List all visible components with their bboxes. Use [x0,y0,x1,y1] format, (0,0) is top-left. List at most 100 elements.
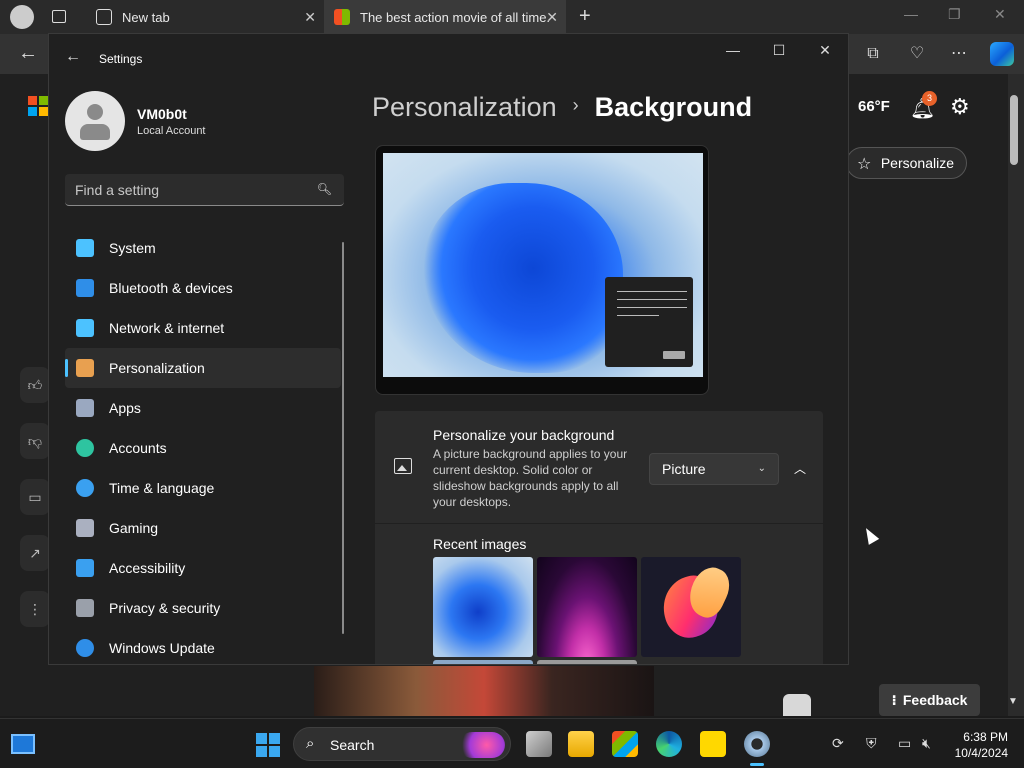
file-explorer-icon[interactable] [568,731,594,757]
background-type-select[interactable]: Picture ⌄ [649,453,779,485]
minimize-window-icon[interactable]: — [723,42,743,58]
close-tab-icon[interactable]: ✕ [304,9,316,26]
bluetooth-icon [76,279,94,297]
nav-scrollbar[interactable] [342,242,344,634]
settings-window: ← Settings — ☐ ✕ VM0b0t Local Account 🔍︎… [48,33,849,665]
gamepad-icon [76,519,94,537]
sidebar-item-personalization[interactable]: Personalization [65,348,341,388]
wifi-icon [76,319,94,337]
like-icon[interactable]: 👍︎ [20,367,50,403]
sidebar-item-label: Time & language [109,480,215,496]
recent-image-next-row[interactable] [537,660,637,664]
sparkle-icon: ☆ [857,156,872,173]
tab-label: The best action movie of all time. [360,9,551,25]
close-tab-icon[interactable]: ✕ [546,9,558,26]
recent-images-section: Recent images [375,524,823,664]
sticky-notes-icon[interactable] [700,731,726,757]
sidebar-item-network-internet[interactable]: Network & internet [65,308,341,348]
personalize-button[interactable]: ☆ Personalize [846,147,967,179]
recent-image-bloom[interactable] [433,557,533,657]
system-icon [76,239,94,257]
edge-icon[interactable] [656,731,682,757]
security-tray-icon[interactable]: ⛨ [866,735,877,752]
sidebar-item-privacy-security[interactable]: Privacy & security [65,588,341,628]
sidebar-item-gaming[interactable]: Gaming [65,508,341,548]
wallpaper-preview [383,153,703,377]
sidebar-item-accessibility[interactable]: Accessibility [65,548,341,588]
tab-movie[interactable]: The best action movie of all time. ✕ [324,0,566,34]
sidebar-item-label: Personalization [109,360,205,376]
network-tray-icon[interactable]: ▭ [898,735,911,752]
sidebar-item-label: Windows Update [109,640,215,656]
taskbar-clock[interactable]: 6:38 PM 10/4/2024 [946,729,1008,761]
microsoft-favicon-icon [334,9,350,25]
shield-icon [76,599,94,617]
sidebar-item-system[interactable]: System [65,228,341,268]
search-icon[interactable]: 🔍︎ [317,182,332,196]
sidebar-item-apps[interactable]: Apps [65,388,341,428]
settings-app-icon[interactable] [744,731,770,757]
sidebar-item-time-language[interactable]: Time & language [65,468,341,508]
more-vertical-icon[interactable]: ⋮ [20,591,50,627]
active-app-indicator [750,763,764,766]
collapse-chevron-up-icon[interactable]: ︿ [789,453,811,485]
preview-line [617,307,687,308]
search-input[interactable] [65,174,305,205]
volume-tray-icon[interactable]: 🔇︎ [922,735,931,752]
sidebar-item-label: Gaming [109,520,159,536]
tab-actions-icon[interactable] [52,10,66,23]
recent-image-next-row[interactable] [433,660,533,664]
sidebar-item-label: Accessibility [109,560,186,576]
account-avatar[interactable] [65,91,125,151]
task-view-icon[interactable] [526,731,552,757]
sync-icon [76,639,94,657]
avatar-head [87,104,103,120]
recent-image-flower[interactable] [641,557,741,657]
minimize-browser-icon[interactable]: — [904,6,918,22]
recent-image-glow[interactable] [537,557,637,657]
microsoft-store-icon[interactable] [612,731,638,757]
start-button-icon[interactable] [256,733,280,757]
browser-essentials-icon[interactable]: ♡ [906,43,928,65]
page-scroll-thumb[interactable] [1010,95,1018,165]
comment-icon[interactable]: ▭ [20,479,50,515]
new-tab-plus-icon[interactable]: + [579,5,591,28]
sidebar-item-bluetooth-devices[interactable]: Bluetooth & devices [65,268,341,308]
dislike-icon[interactable]: 👎︎ [20,423,50,459]
close-window-icon[interactable]: ✕ [815,42,835,59]
sidebar-item-windows-update[interactable]: Windows Update [65,628,341,664]
notification-badge: 3 [922,91,937,106]
taskbar-search[interactable]: ⌕ Search [293,727,511,761]
breadcrumb-parent[interactable]: Personalization [372,92,557,122]
collections-icon[interactable]: ⧉ [862,43,884,65]
microsoft-logo-icon[interactable] [28,96,48,116]
copilot-icon[interactable] [990,42,1014,66]
maximize-window-icon[interactable]: ☐ [769,42,789,59]
page-scrollbar[interactable] [1008,74,1024,716]
page-title: Background [594,92,753,122]
sync-tray-icon[interactable]: ⟳ [832,735,844,752]
page-settings-gear-icon[interactable]: ⚙ [950,94,970,120]
tab-new-tab[interactable]: New tab ✕ [84,0,324,34]
restore-browser-icon[interactable]: ❐ [948,6,961,23]
sidebar-item-label: Network & internet [109,320,225,336]
profile-avatar-icon[interactable] [10,5,34,29]
person-icon [76,439,94,457]
search-highlight-art [459,732,505,758]
search-icon: ⌕ [306,735,315,752]
settings-back-icon[interactable]: ← [65,48,81,66]
find-setting-search[interactable]: 🔍︎ [65,174,344,206]
preview-window [605,277,693,367]
browser-back-icon[interactable]: ← [18,42,38,65]
weather-readout[interactable]: 66°F [858,98,890,115]
more-options-icon[interactable]: ⋯ [948,43,970,65]
widgets-icon[interactable] [11,734,35,754]
breadcrumb: Personalization › Background [372,92,752,123]
chat-bubble-icon[interactable] [783,694,811,716]
scroll-down-icon[interactable]: ▼ [1008,696,1018,707]
apps-icon [76,399,94,417]
close-browser-icon[interactable]: ✕ [994,6,1006,23]
share-icon[interactable]: ↗ [20,535,50,571]
sidebar-item-accounts[interactable]: Accounts [65,428,341,468]
feedback-button[interactable]: ⁝ Feedback [879,684,980,716]
